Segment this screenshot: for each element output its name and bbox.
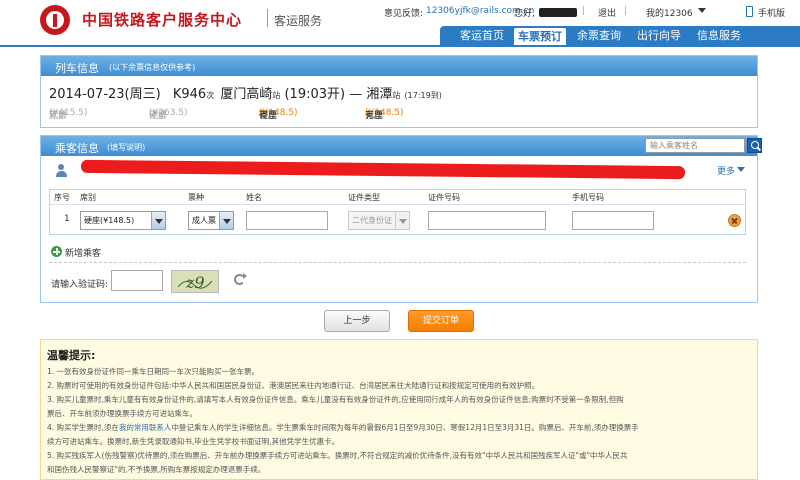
passenger-header: 乘客信息 (填写说明) 输入乘客姓名 bbox=[41, 136, 762, 156]
seat-status: 无票 bbox=[49, 111, 68, 121]
title-divider bbox=[267, 9, 268, 27]
nav-ticket-booking[interactable]: 车票预订 bbox=[514, 28, 566, 46]
phone-input[interactable] bbox=[572, 211, 654, 230]
train-info-panel: 列车信息 (以下余票信息仅供参考) 2014-07-23(周三) K946次 厦… bbox=[40, 55, 758, 128]
header: 中国铁路客户服务中心 客运服务 意见反馈: 12306yjfk@rails.co… bbox=[0, 0, 800, 47]
my-account-link[interactable]: 我的12306 bbox=[646, 6, 693, 19]
col-id-type: 证件类型 bbox=[348, 193, 380, 202]
captcha-glyphs: z9 bbox=[177, 273, 213, 292]
feedback-label: 意见反馈: bbox=[384, 9, 424, 19]
nav-underline bbox=[0, 45, 800, 47]
train-summary: 2014-07-23(周三) K946次 厦门高崎站 (19:03开) — 湘潭… bbox=[49, 83, 442, 102]
captcha-label: 请输入验证码: bbox=[51, 280, 109, 290]
train-number: K946 bbox=[172, 87, 207, 102]
redacted-username bbox=[539, 8, 577, 17]
refresh-icon[interactable] bbox=[234, 273, 247, 285]
tip-line: 1. 一张有效身份证件同一乘车日期同一车次只能购买一张车票。 bbox=[47, 367, 260, 376]
tip-line: 2. 购票时可使用的有效身份证件包括:中华人民共和国居民身份证、港澳居民来往内地… bbox=[47, 381, 540, 390]
divider bbox=[49, 262, 746, 263]
id-type-select[interactable]: 二代身份证 bbox=[348, 211, 410, 230]
passenger-panel: 乘客信息 (填写说明) 输入乘客姓名 更多 序号 席别 票种 姓名 证件类型 证… bbox=[40, 135, 762, 303]
chevron-down-icon bbox=[395, 212, 409, 229]
col-ticket-type: 票种 bbox=[188, 193, 204, 202]
search-icon[interactable] bbox=[747, 138, 762, 153]
passenger-table: 序号 席别 票种 姓名 证件类型 证件号码 手机号码 1 硬座(¥148.5) … bbox=[49, 189, 746, 235]
col-phone: 手机号码 bbox=[572, 193, 604, 202]
main-nav: 客运首页 车票预订 余票查询 出行向导 信息服务 bbox=[0, 26, 800, 46]
name-input[interactable] bbox=[246, 211, 328, 230]
nav-travel-guide[interactable]: 出行向导 bbox=[632, 26, 686, 46]
col-id-number: 证件号码 bbox=[428, 193, 460, 202]
captcha-input[interactable] bbox=[111, 270, 163, 291]
tip-line: 5. 购买残疾军人(伤残警察)优待票的,须在购票后、开车前办理换票手续方可进站乘… bbox=[47, 451, 628, 460]
tip-line: 票后、开车前须办理换票手续方可进站乘车。 bbox=[47, 409, 197, 418]
ticket-type-select[interactable]: 成人票 bbox=[188, 211, 234, 230]
passenger-title: 乘客信息 bbox=[55, 142, 99, 155]
tip-text: 4. 购买学生票时,须在 bbox=[47, 423, 119, 432]
frequent-contacts-link[interactable]: 我的常用联系人 bbox=[119, 423, 172, 432]
train-suffix: 次 bbox=[206, 91, 215, 100]
seat-status: 有票 bbox=[365, 111, 384, 121]
more-link[interactable]: 更多 bbox=[717, 164, 735, 177]
passenger-hint-link[interactable]: (填写说明) bbox=[107, 142, 145, 153]
station-suffix: 站 bbox=[272, 91, 281, 100]
submit-order-button[interactable]: 提交订单 bbox=[408, 310, 474, 332]
phone-icon bbox=[746, 6, 753, 17]
tip-line: 续方可进站乘车。换票时,新生凭录取通知书,毕业生凭学校书面证明,其他凭学生优惠卡… bbox=[47, 437, 340, 446]
train-info-hint: (以下余票信息仅供参考) bbox=[109, 63, 196, 72]
tips-title: 温馨提示: bbox=[47, 349, 96, 362]
travel-date: 2014-07-23(周三) bbox=[49, 87, 161, 102]
captcha-text: z9 bbox=[185, 273, 205, 292]
tip-text: 中登记乘车人的学生详细信息。学生票乘车时间限为每年的暑假6月1日至9月30日、寒… bbox=[171, 423, 639, 432]
nav-info-service[interactable]: 信息服务 bbox=[692, 26, 746, 46]
add-passenger-link[interactable]: 新增乘客 bbox=[65, 246, 101, 259]
station-suffix: 站 bbox=[392, 91, 401, 100]
arrive-time: (17:19到) bbox=[404, 91, 442, 100]
chevron-down-icon bbox=[151, 212, 165, 229]
nav-home[interactable]: 客运首页 bbox=[455, 26, 509, 46]
passenger-search-input[interactable]: 输入乘客姓名 bbox=[645, 138, 745, 153]
nav-ticket-query[interactable]: 余票查询 bbox=[572, 26, 626, 46]
greeting: 您好, bbox=[514, 9, 535, 19]
from-station: 厦门高崎 bbox=[220, 87, 273, 102]
mobile-version-link[interactable]: 手机版 bbox=[758, 6, 785, 19]
route-dash: — bbox=[349, 87, 363, 102]
user-icon bbox=[55, 164, 68, 177]
table-header: 序号 席别 票种 姓名 证件类型 证件号码 手机号码 bbox=[50, 190, 745, 204]
logout-link[interactable]: 退出 bbox=[598, 6, 616, 19]
page: 中国铁路客户服务中心 客运服务 意见反馈: 12306yjfk@rails.co… bbox=[0, 0, 800, 480]
depart-time: (19:03开) bbox=[284, 87, 346, 102]
col-index: 序号 bbox=[54, 193, 70, 202]
table-row: 1 硬座(¥148.5) 成人票 二代身份证 bbox=[50, 204, 745, 236]
tip-line: 4. 购买学生票时,须在我的常用联系人中登记乘车人的学生详细信息。学生票乘车时间… bbox=[47, 422, 753, 433]
col-seat: 席别 bbox=[80, 193, 96, 202]
chevron-down-icon bbox=[219, 212, 233, 229]
delete-passenger-icon[interactable] bbox=[728, 214, 741, 227]
seat-select[interactable]: 硬座(¥148.5) bbox=[80, 211, 166, 230]
prev-step-button[interactable]: 上一步 bbox=[324, 310, 390, 332]
seat-status: 有票 bbox=[259, 111, 278, 121]
tip-line: 和国伤残人民警察证"的,不予换票,所购车票按规定办理退票手续。 bbox=[47, 465, 266, 474]
add-icon[interactable] bbox=[51, 246, 62, 257]
ticket-type-value: 成人票 bbox=[192, 216, 216, 225]
train-info-title: 列车信息 bbox=[55, 62, 99, 75]
row-index: 1 bbox=[64, 214, 70, 224]
tip-line: 3. 购买儿童票时,乘车儿童有有效身份证件的,请填写本人有效身份证件信息。乘车儿… bbox=[47, 395, 624, 404]
tips-panel: 温馨提示: 1. 一张有效身份证件同一乘车日期同一车次只能购买一张车票。 2. … bbox=[40, 339, 758, 480]
divider: | bbox=[624, 6, 628, 16]
captcha-image[interactable]: z9 bbox=[171, 270, 219, 293]
seat-status: 无票 bbox=[149, 111, 168, 121]
id-type-value: 二代身份证 bbox=[352, 216, 392, 225]
divider: | bbox=[582, 6, 586, 16]
train-info-header: 列车信息 (以下余票信息仅供参考) bbox=[41, 56, 757, 76]
chevron-down-icon[interactable] bbox=[698, 8, 706, 13]
col-name: 姓名 bbox=[246, 193, 262, 202]
redacted-passenger-list bbox=[80, 159, 686, 180]
chevron-down-icon[interactable] bbox=[737, 167, 745, 172]
id-number-input[interactable] bbox=[428, 211, 546, 230]
to-station: 湘潭 bbox=[366, 87, 393, 102]
seat-select-value: 硬座(¥148.5) bbox=[84, 216, 135, 225]
